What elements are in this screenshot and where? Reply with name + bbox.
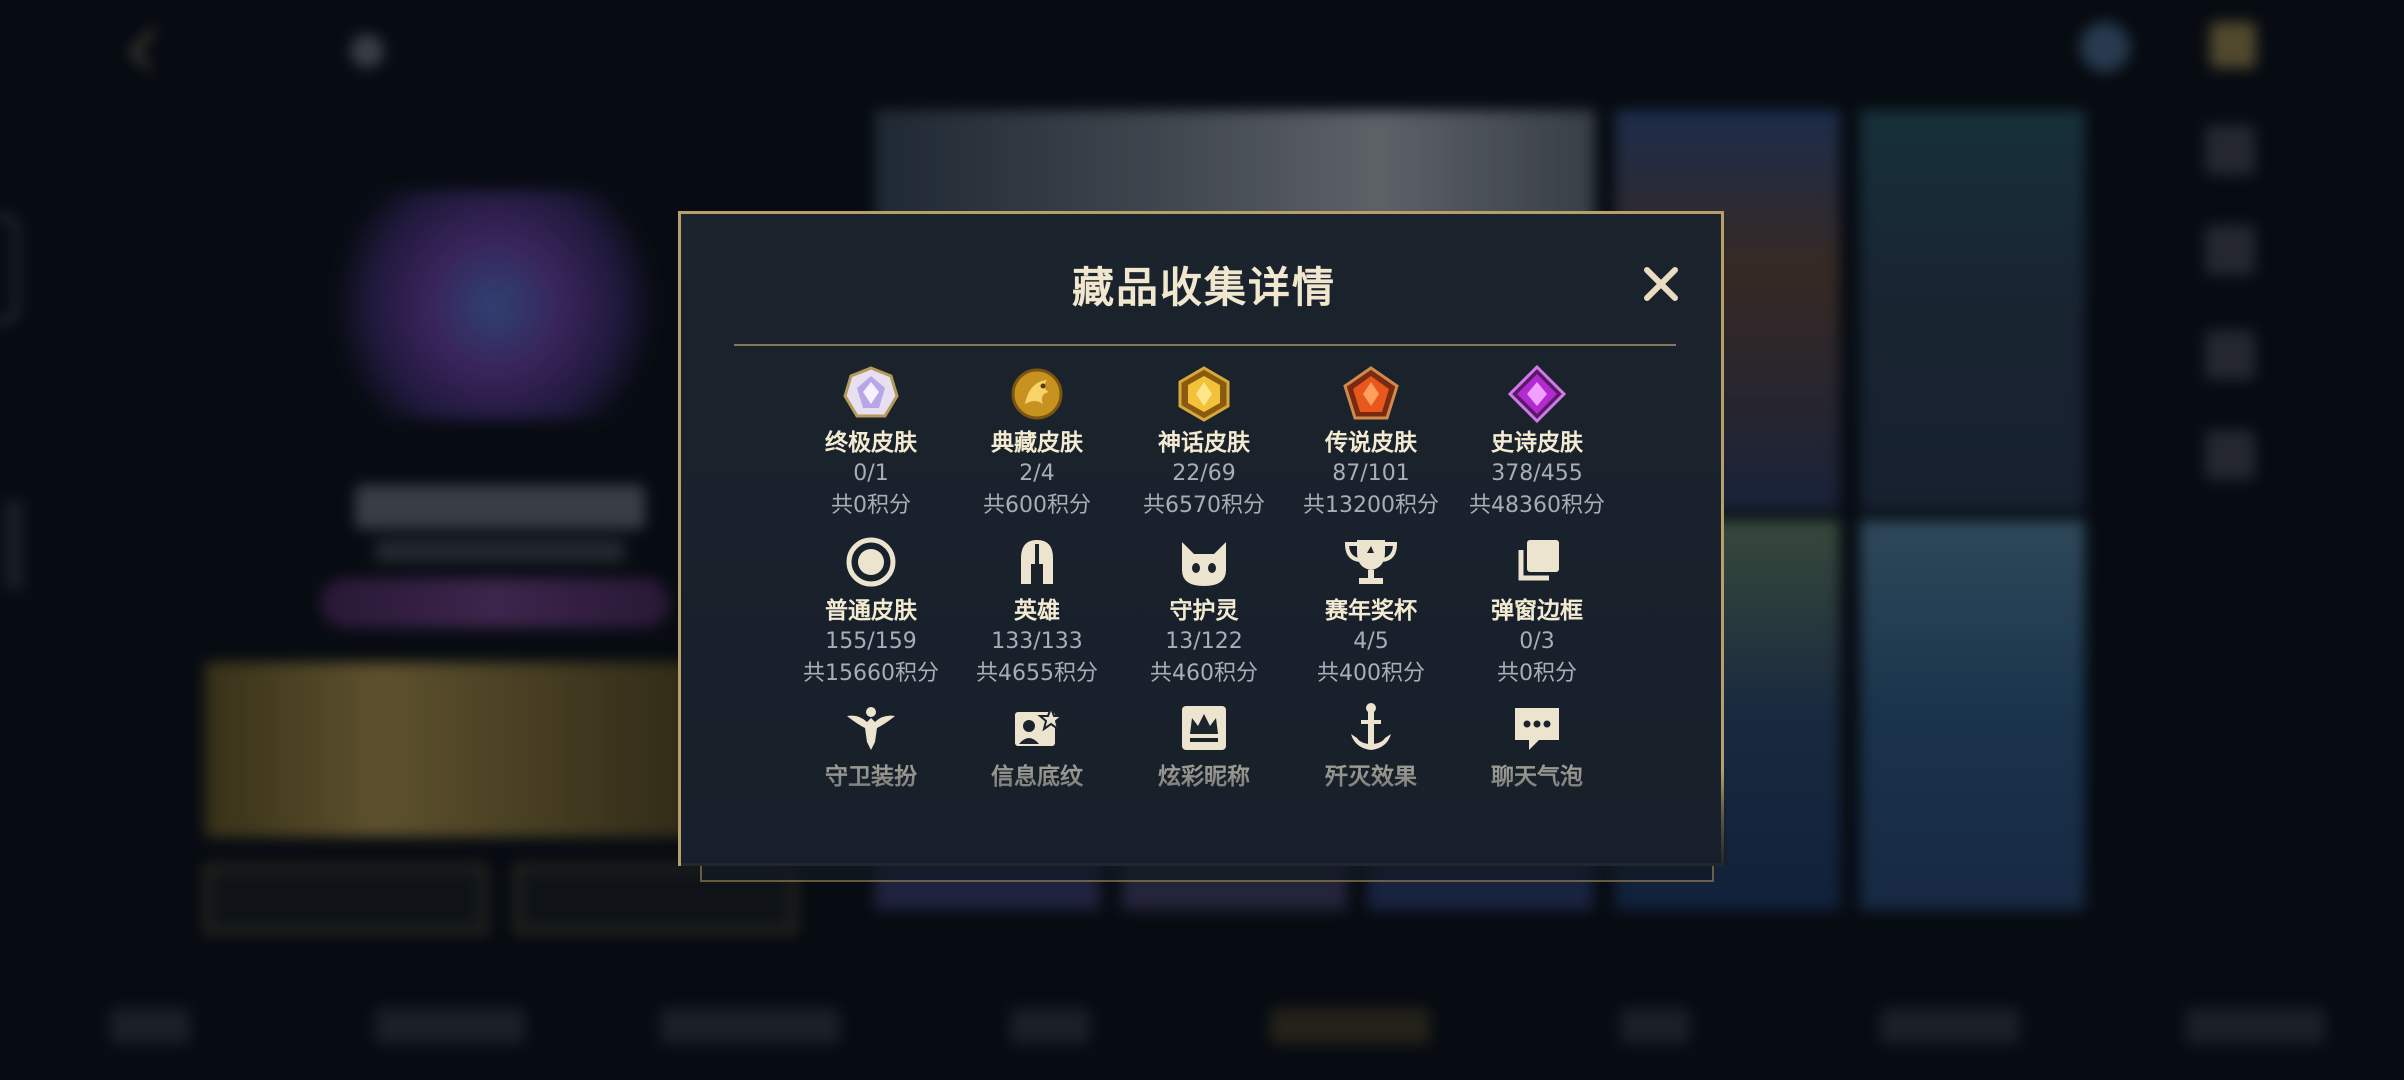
item-points: 共460积分: [1150, 661, 1258, 686]
item-count: 87/101: [1332, 461, 1410, 486]
close-icon: [1644, 267, 1678, 301]
item-count: 0/3: [1519, 629, 1555, 654]
item-name: 聊天气泡: [1491, 764, 1583, 790]
item-points: 共13200积分: [1303, 493, 1439, 518]
collection-item-chat-bubble[interactable]: 聊天气泡: [1452, 698, 1622, 792]
colorful-nickname-icon: [1182, 706, 1226, 750]
epic-skin-gem-icon: [1507, 364, 1567, 424]
collection-item-normal-skin[interactable]: 普通皮肤 155/159 共15660积分: [786, 532, 956, 690]
item-count: 0/1: [853, 461, 889, 486]
item-points: 共0积分: [831, 493, 911, 518]
item-name: 守卫装扮: [825, 764, 917, 790]
legendary-skin-gem-icon: [1343, 366, 1399, 420]
item-name: 炫彩昵称: [1158, 764, 1250, 790]
collection-item-colorful-nickname[interactable]: 炫彩昵称: [1119, 698, 1289, 792]
item-points: 共400积分: [1317, 661, 1425, 686]
item-count: 22/69: [1172, 461, 1236, 486]
item-name: 典藏皮肤: [991, 430, 1083, 456]
collection-item-mythic-skin[interactable]: 神话皮肤 22/69 共6570积分: [1119, 364, 1289, 522]
item-name: 赛年奖杯: [1325, 598, 1417, 624]
mythic-skin-gem-icon: [1178, 366, 1230, 422]
modal-title: 藏品收集详情: [1071, 263, 1336, 312]
screen: 藏品收集详情 终极皮肤 0/1 共0积分 典藏皮肤 2/4 共600积分 神话皮…: [0, 0, 2404, 1080]
item-name: 终极皮肤: [825, 430, 917, 456]
info-background-icon: [1015, 705, 1065, 746]
item-points: 共48360积分: [1469, 493, 1605, 518]
item-count: 2/4: [1019, 461, 1055, 486]
item-name: 守护灵: [1169, 598, 1239, 624]
item-name: 史诗皮肤: [1491, 430, 1583, 456]
item-points: 共600积分: [983, 493, 1091, 518]
guardian-spirit-icon: [1182, 542, 1226, 586]
item-count: 378/455: [1491, 461, 1583, 486]
item-points: 共15660积分: [803, 661, 939, 686]
item-name: 神话皮肤: [1158, 430, 1250, 456]
ward-skin-icon: [847, 707, 895, 750]
collection-item-guardian-spirit[interactable]: 守护灵 13/122 共460积分: [1119, 532, 1289, 690]
popup-frame-icon: [1518, 540, 1559, 581]
collection-item-season-trophy[interactable]: 赛年奖杯 4/5 共400积分: [1286, 532, 1456, 690]
trophy-icon: [1344, 540, 1398, 584]
item-name: 传说皮肤: [1325, 430, 1417, 456]
collection-item-info-background[interactable]: 信息底纹: [952, 698, 1122, 792]
collection-details-modal: 藏品收集详情 终极皮肤 0/1 共0积分 典藏皮肤 2/4 共600积分 神话皮…: [678, 211, 1727, 866]
collection-item-ultimate-skin[interactable]: 终极皮肤 0/1 共0积分: [786, 364, 956, 522]
annihilation-effect-icon: [1351, 703, 1391, 750]
hero-helmet-icon: [1021, 540, 1053, 584]
item-count: 133/133: [991, 629, 1083, 654]
close-button[interactable]: [1639, 262, 1683, 306]
item-points: 共0积分: [1497, 661, 1577, 686]
item-points: 共4655积分: [976, 661, 1098, 686]
collection-item-collection-skin[interactable]: 典藏皮肤 2/4 共600积分: [952, 364, 1122, 522]
item-name: 英雄: [1014, 598, 1060, 624]
item-count: 4/5: [1353, 629, 1389, 654]
item-points: 共6570积分: [1143, 493, 1265, 518]
chat-bubble-icon: [1515, 708, 1559, 750]
item-name: 歼灭效果: [1325, 764, 1417, 790]
title-divider: [734, 344, 1676, 346]
collection-skin-dragon-icon: [1011, 368, 1063, 420]
item-name: 弹窗边框: [1491, 598, 1583, 624]
normal-skin-circle-icon: [846, 537, 896, 587]
item-name: 普通皮肤: [825, 598, 917, 624]
collection-item-hero[interactable]: 英雄 133/133 共4655积分: [952, 532, 1122, 690]
item-name: 信息底纹: [991, 764, 1083, 790]
ultimate-skin-gem-icon: [843, 366, 899, 418]
item-count: 13/122: [1165, 629, 1243, 654]
collection-item-legendary-skin[interactable]: 传说皮肤 87/101 共13200积分: [1286, 364, 1456, 522]
collection-item-epic-skin[interactable]: 史诗皮肤 378/455 共48360积分: [1452, 364, 1622, 522]
item-count: 155/159: [825, 629, 917, 654]
collection-item-annihilation-effect[interactable]: 歼灭效果: [1286, 698, 1456, 792]
collection-item-ward-skin[interactable]: 守卫装扮: [786, 698, 956, 792]
collection-item-popup-frame[interactable]: 弹窗边框 0/3 共0积分: [1452, 532, 1622, 690]
